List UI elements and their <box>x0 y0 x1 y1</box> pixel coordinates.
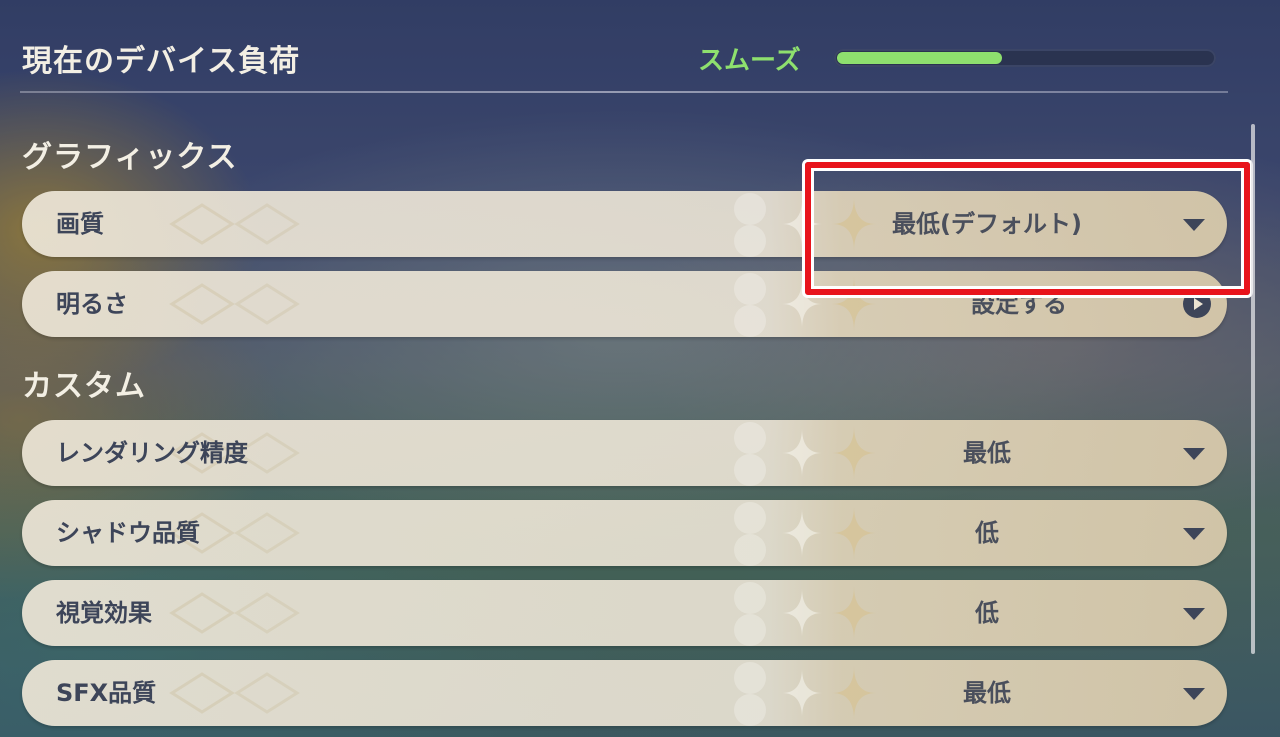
scrollbar[interactable] <box>1251 124 1255 654</box>
header-divider <box>20 91 1228 93</box>
setting-row-sfx-quality[interactable]: SFX品質 最低 <box>22 660 1227 726</box>
arrow-right-circle-icon[interactable] <box>1183 290 1211 318</box>
chevron-down-icon[interactable] <box>1183 219 1205 231</box>
chevron-down-icon[interactable] <box>1183 448 1205 460</box>
setting-label-shadow-quality: シャドウ品質 <box>56 519 200 547</box>
setting-label-visual-effects: 視覚効果 <box>56 599 152 627</box>
chevron-down-icon[interactable] <box>1183 528 1205 540</box>
setting-value-brightness[interactable]: 設定する <box>889 271 1149 337</box>
setting-label-graphics-quality: 画質 <box>56 210 104 238</box>
section-heading-custom: カスタム <box>22 369 146 404</box>
chevron-down-icon[interactable] <box>1183 608 1205 620</box>
setting-label-sfx-quality: SFX品質 <box>56 679 157 707</box>
row-ornament <box>169 672 300 714</box>
setting-row-shadow-quality[interactable]: シャドウ品質 低 <box>22 500 1227 566</box>
setting-value-sfx-quality[interactable]: 最低 <box>837 660 1137 726</box>
setting-row-graphics-quality[interactable]: 画質 最低(デフォルト) <box>22 191 1227 257</box>
row-ornament <box>169 203 300 245</box>
device-load-meter <box>834 49 1216 67</box>
chevron-down-icon[interactable] <box>1183 688 1205 700</box>
setting-row-render-resolution[interactable]: レンダリング精度 最低 <box>22 420 1227 486</box>
setting-label-render-resolution: レンダリング精度 <box>56 439 248 467</box>
setting-value-graphics-quality[interactable]: 最低(デフォルト) <box>837 191 1137 257</box>
setting-row-visual-effects[interactable]: 視覚効果 低 <box>22 580 1227 646</box>
section-heading-graphics: グラフィックス <box>22 140 238 175</box>
row-ornament <box>169 283 300 325</box>
row-ornament <box>169 592 300 634</box>
setting-row-brightness[interactable]: 明るさ 設定する <box>22 271 1227 337</box>
setting-label-brightness: 明るさ <box>56 290 128 318</box>
setting-value-visual-effects[interactable]: 低 <box>837 580 1137 646</box>
device-load-status: スムーズ <box>698 46 801 76</box>
setting-value-shadow-quality[interactable]: 低 <box>837 500 1137 566</box>
row-star-ornament <box>734 273 876 337</box>
setting-value-render-resolution[interactable]: 最低 <box>837 420 1137 486</box>
device-load-title: 現在のデバイス負荷 <box>22 44 301 79</box>
device-load-meter-fill <box>837 52 1002 64</box>
